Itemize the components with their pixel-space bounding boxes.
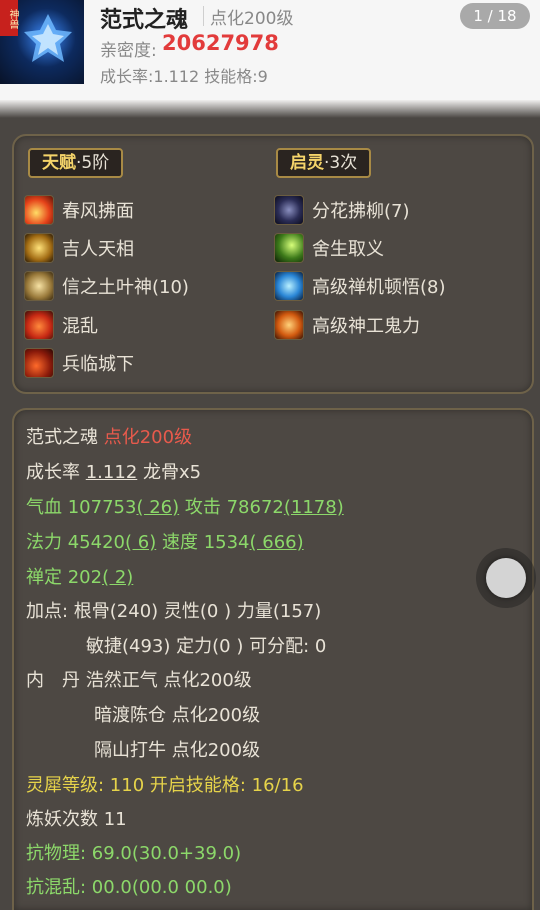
- skills-panel: 天赋·5阶 启灵·3次 春风拂面 吉人天相 信之土叶神(10) 混乱 兵临城下 …: [12, 134, 534, 394]
- scroll-icon: [24, 271, 54, 301]
- refine-count-line: 炼妖次数 11: [26, 809, 127, 830]
- calm-line: 禅定 202( 2): [26, 566, 133, 590]
- growth-line: 成长率 1.112 龙骨x5: [26, 461, 201, 485]
- skill-label: 分花拂柳(7): [312, 201, 410, 222]
- stats-panel: 范式之魂 点化200级 成长率 1.112 龙骨x5 气血 107753( 26…: [12, 408, 534, 910]
- core-label: 内 丹: [26, 670, 80, 691]
- pet-header: 神兽 范式之魂 点化200级 1 / 18 亲密度: 20627978 成长率:…: [0, 0, 540, 100]
- stats-title-line: 范式之魂 点化200级: [26, 426, 192, 450]
- skill-label: 混乱: [62, 316, 98, 337]
- attribute-points-line: 加点: 根骨(240) 灵性(0 ) 力量(157): [26, 601, 322, 622]
- talent-skill[interactable]: 吉人天相: [24, 232, 134, 264]
- skill-label: 兵临城下: [62, 354, 134, 375]
- intimacy-value: 20627978: [162, 31, 279, 55]
- talent-tag: 天赋·5阶: [28, 148, 124, 178]
- growth-summary: 成长率:1.112 技能格:9: [100, 67, 268, 86]
- page-indicator[interactable]: 1 / 18: [460, 3, 530, 29]
- rhino-level-line: 灵犀等级: 110 开启技能格: 16/16: [26, 775, 304, 796]
- chaos-resistance-line: 抗混乱: 00.0(00.0 00.0): [26, 877, 232, 898]
- mp-label: 法力: [26, 532, 62, 553]
- spd-label: 速度: [161, 532, 198, 553]
- hp-value: 107753: [67, 497, 137, 518]
- mp-value: 45420: [67, 532, 125, 553]
- awaken-count: ·3次: [324, 153, 358, 173]
- mp-bonus: ( 6): [125, 532, 157, 553]
- floating-button-knob: [486, 558, 526, 598]
- awaken-skill[interactable]: 分花拂柳(7): [274, 194, 410, 226]
- header-shadow: [0, 100, 540, 118]
- skill-label: 高级禅机顿悟(8): [312, 277, 446, 298]
- chaos-flame-icon: [24, 310, 54, 340]
- skill-label: 信之土叶神(10): [62, 277, 189, 298]
- growth-value: 1.112: [85, 462, 138, 483]
- talent-title: 天赋: [42, 153, 76, 173]
- atk-label: 攻击: [184, 497, 221, 518]
- pet-avatar[interactable]: 神兽: [0, 0, 84, 84]
- stats-pet-level: 点化200级: [103, 427, 193, 448]
- pet-name: 范式之魂: [100, 8, 189, 33]
- divine-beast-badge: 神兽: [0, 0, 18, 36]
- skill-label: 春风拂面: [62, 201, 134, 222]
- core-item: 暗渡陈仓 点化200级: [94, 705, 261, 726]
- talent-skill[interactable]: 兵临城下: [24, 347, 134, 379]
- blue-zen-icon: [274, 271, 304, 301]
- floating-assistive-button[interactable]: [476, 548, 536, 608]
- awaken-skill[interactable]: 舍生取义: [274, 232, 384, 264]
- core-line-1: 内 丹 浩然正气 点化200级: [26, 669, 252, 693]
- pet-portrait-icon: [24, 14, 72, 62]
- dragon-bone: 龙骨x5: [143, 462, 202, 483]
- header-divider: [203, 6, 204, 26]
- core-item: 隔山打牛 点化200级: [94, 740, 261, 761]
- calm-label: 禅定: [26, 567, 62, 588]
- skill-label: 吉人天相: [62, 239, 134, 260]
- talent-skill[interactable]: 混乱: [24, 309, 98, 341]
- orange-power-icon: [274, 310, 304, 340]
- golden-luck-icon: [24, 233, 54, 263]
- intimacy-label: 亲密度:: [100, 41, 157, 61]
- fire-wind-icon: [24, 195, 54, 225]
- growth-label: 成长率: [26, 462, 80, 483]
- talent-rank: ·5阶: [76, 153, 110, 173]
- green-slash-icon: [274, 233, 304, 263]
- talent-skill[interactable]: 信之土叶神(10): [24, 270, 189, 302]
- blade-fire-icon: [24, 348, 54, 378]
- dark-orb-icon: [274, 195, 304, 225]
- awaken-tag: 启灵·3次: [276, 148, 372, 178]
- talent-skill[interactable]: 春风拂面: [24, 194, 134, 226]
- physical-resistance-line: 抗物理: 69.0(30.0+39.0): [26, 843, 242, 864]
- awaken-skill[interactable]: 高级神工鬼力: [274, 309, 420, 341]
- hp-label: 气血: [26, 497, 62, 518]
- atk-bonus: (1178): [283, 497, 344, 518]
- awaken-skill[interactable]: 高级禅机顿悟(8): [274, 270, 446, 302]
- mp-spd-line: 法力 45420( 6) 速度 1534( 666): [26, 531, 304, 555]
- stats-pet-name: 范式之魂: [26, 427, 98, 448]
- calm-value: 202: [67, 567, 103, 588]
- atk-value: 78672: [226, 497, 284, 518]
- core-item: 浩然正气 点化200级: [85, 670, 252, 691]
- spd-bonus: ( 666): [249, 532, 304, 553]
- attribute-points-line-2: 敏捷(493) 定力(0 ) 可分配: 0: [86, 636, 327, 657]
- hp-atk-line: 气血 107753( 26) 攻击 78672(1178): [26, 496, 344, 520]
- awaken-title: 启灵: [290, 153, 324, 173]
- calm-bonus: ( 2): [102, 567, 134, 588]
- spd-value: 1534: [203, 532, 250, 553]
- skill-label: 舍生取义: [312, 239, 384, 260]
- hp-bonus: ( 26): [136, 497, 180, 518]
- pet-level: 点化200级: [210, 9, 294, 29]
- skill-label: 高级神工鬼力: [312, 316, 420, 337]
